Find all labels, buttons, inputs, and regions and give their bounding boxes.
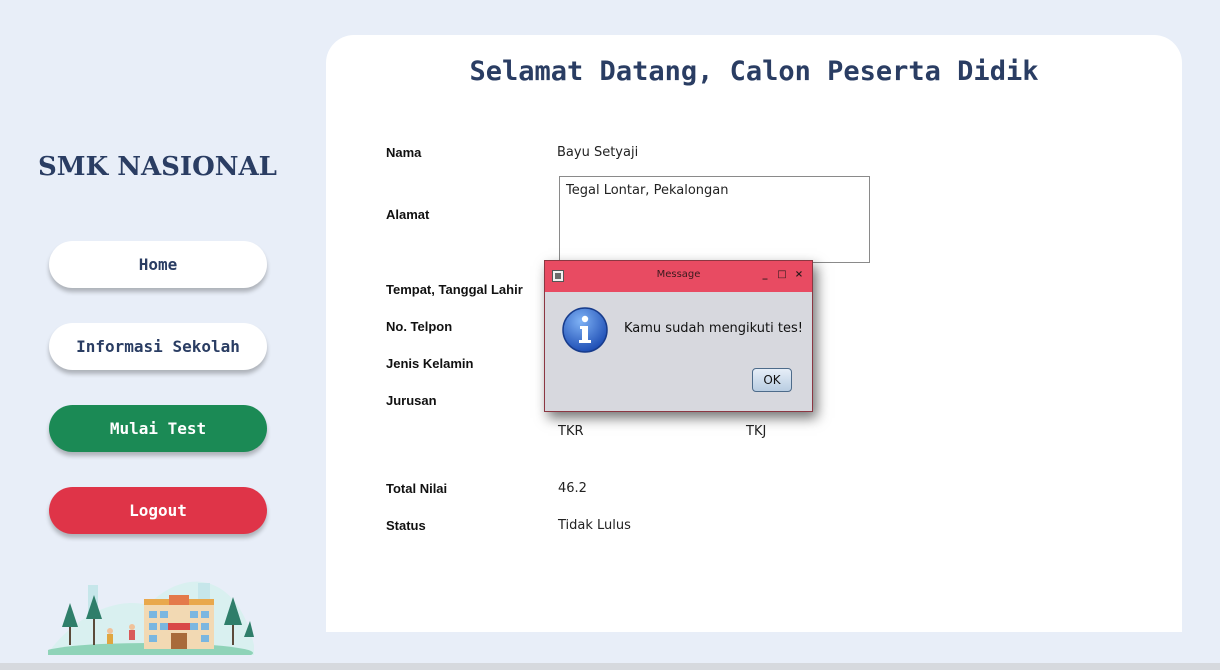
minimize-icon[interactable]: _: [759, 269, 771, 281]
maximize-icon[interactable]: □: [776, 269, 788, 281]
ok-button-label: OK: [763, 373, 781, 387]
alamat-label: Alamat: [386, 207, 430, 222]
jurusan-option-tkj: TKJ: [746, 424, 767, 439]
telpon-label: No. Telpon: [386, 319, 453, 334]
school-illustration: [48, 581, 254, 655]
school-info-button-label: Informasi Sekolah: [76, 337, 240, 356]
total-nilai-value: 46.2: [558, 481, 587, 496]
status-label: Status: [386, 518, 426, 533]
ttl-label: Tempat, Tanggal Lahir: [386, 282, 523, 297]
nama-value: Bayu Setyaji: [557, 145, 639, 160]
jurusan-label: Jurusan: [386, 393, 437, 408]
welcome-title: Selamat Datang, Calon Peserta Didik: [469, 56, 1039, 87]
dialog-title-bar[interactable]: Message _ □ ×: [545, 261, 812, 292]
total-nilai-label: Total Nilai: [386, 481, 448, 496]
ok-button[interactable]: OK: [752, 368, 792, 392]
home-button-label: Home: [138, 255, 178, 274]
home-button[interactable]: Home: [49, 241, 267, 288]
info-icon: [562, 307, 608, 353]
start-test-button-label: Mulai Test: [109, 419, 207, 438]
dialog-title: Message: [656, 269, 701, 280]
jenis-kelamin-label: Jenis Kelamin: [386, 356, 474, 371]
start-test-button[interactable]: Mulai Test: [49, 405, 267, 452]
bottom-edge: [0, 663, 1220, 670]
close-icon[interactable]: ×: [793, 269, 805, 281]
status-value: Tidak Lulus: [558, 518, 631, 533]
message-dialog: Message _ □ × Kamu sudah mengikuti tes! …: [544, 260, 813, 412]
jurusan-option-tkr: TKR: [558, 424, 584, 439]
school-info-button[interactable]: Informasi Sekolah: [49, 323, 267, 370]
logout-button-label: Logout: [129, 501, 187, 520]
nama-label: Nama: [386, 145, 422, 160]
alamat-field[interactable]: Tegal Lontar, Pekalongan: [559, 176, 870, 263]
dialog-message: Kamu sudah mengikuti tes!: [624, 321, 803, 336]
brand-title: SMK NASIONAL: [38, 152, 277, 182]
logout-button[interactable]: Logout: [49, 487, 267, 534]
